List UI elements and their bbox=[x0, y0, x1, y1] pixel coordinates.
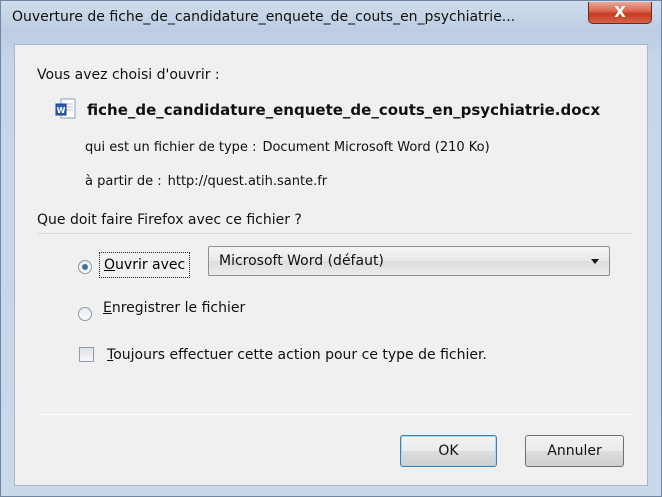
save-file-label-text: nregistrer le fichier bbox=[111, 300, 246, 316]
always-do-label-text: oujours effectuer cette action pour ce t… bbox=[113, 347, 487, 363]
dialog-content: Vous avez choisi d'ouvrir : W fiche_de_c… bbox=[14, 44, 648, 486]
close-button[interactable]: X bbox=[588, 2, 652, 24]
open-with-label[interactable]: Ouvrir avec bbox=[99, 252, 191, 278]
cancel-button[interactable]: Annuler bbox=[525, 435, 624, 467]
file-source-row: à partir de : http://quest.atih.sante.fr bbox=[85, 174, 327, 189]
always-do-checkbox[interactable] bbox=[79, 347, 94, 362]
open-with-accesskey: O bbox=[104, 257, 116, 273]
ok-button[interactable]: OK bbox=[400, 435, 497, 467]
dialog-window: Ouverture de fiche_de_candidature_enquet… bbox=[0, 0, 662, 497]
always-do-label[interactable]: Toujours effectuer cette action pour ce … bbox=[107, 347, 487, 363]
close-icon: X bbox=[614, 3, 626, 21]
window-title: Ouverture de fiche_de_candidature_enquet… bbox=[12, 9, 516, 25]
word-document-icon: W bbox=[55, 98, 76, 119]
title-bar[interactable]: Ouverture de fiche_de_candidature_enquet… bbox=[1, 1, 661, 37]
application-select-value: Microsoft Word (défaut) bbox=[219, 253, 384, 269]
file-type-label: qui est un fichier de type : bbox=[85, 140, 257, 155]
chevron-down-icon bbox=[591, 259, 599, 264]
file-type-row: qui est un fichier de type : Document Mic… bbox=[85, 140, 490, 155]
svg-text:W: W bbox=[57, 106, 66, 115]
file-type-value: Document Microsoft Word (210 Ko) bbox=[262, 140, 490, 155]
file-source-value: http://quest.atih.sante.fr bbox=[167, 174, 328, 189]
open-with-label-text: uvrir avec bbox=[115, 257, 186, 273]
file-name: fiche_de_candidature_enquete_de_couts_en… bbox=[87, 101, 601, 119]
save-file-accesskey: E bbox=[103, 300, 112, 316]
application-select[interactable]: Microsoft Word (défaut) bbox=[208, 246, 610, 276]
intro-text: Vous avez choisi d'ouvrir : bbox=[37, 67, 220, 83]
open-with-radio[interactable] bbox=[78, 260, 92, 274]
save-file-radio[interactable] bbox=[78, 307, 92, 321]
file-source-label: à partir de : bbox=[85, 174, 162, 189]
action-question: Que doit faire Firefox avec ce fichier ? bbox=[37, 212, 302, 228]
save-file-label[interactable]: Enregistrer le fichier bbox=[103, 300, 245, 316]
